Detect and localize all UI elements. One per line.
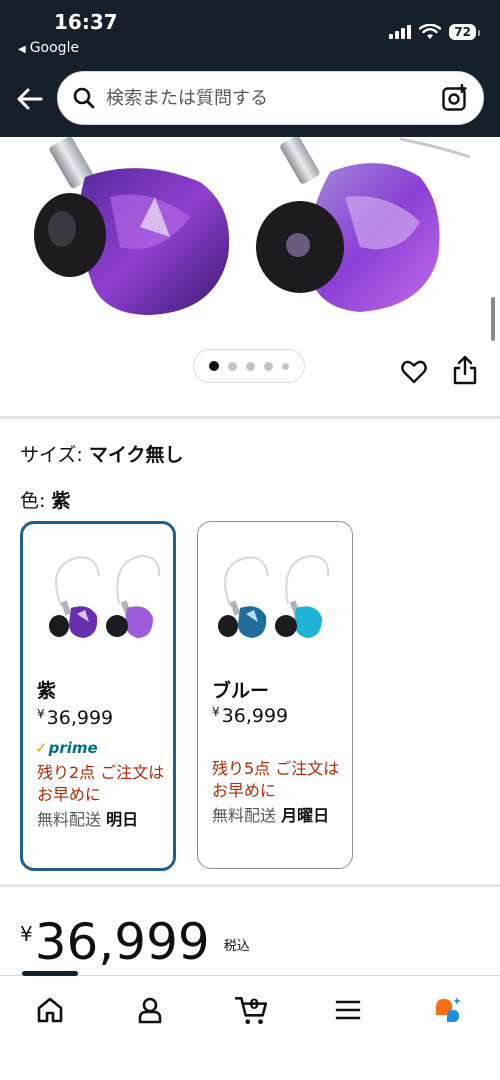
nav-cart[interactable]: 0	[230, 990, 274, 1030]
image-pagination-dots[interactable]	[193, 349, 305, 383]
pagination-dot-4[interactable]	[264, 361, 273, 371]
pagination-dot-1[interactable]	[209, 361, 219, 371]
active-tab-indicator	[22, 971, 78, 976]
option-currency: ¥	[37, 707, 45, 721]
option-price: ¥36,999	[212, 705, 288, 727]
battery-indicator: 72	[449, 24, 480, 40]
top-bar: 16:37 ◀ Google 72	[0, 0, 500, 137]
option-price-value: 36,999	[221, 705, 289, 727]
price-currency: ¥	[20, 922, 33, 946]
cellular-signal-icon	[389, 25, 412, 39]
back-arrow-icon[interactable]	[14, 84, 44, 114]
search-bar[interactable]	[57, 71, 484, 125]
color-label: 色:	[20, 490, 52, 512]
nav-rufus[interactable]	[428, 990, 468, 1030]
color-option-blue[interactable]: ブルー ¥36,999 残り5点 ご注文はお早めに 無料配送 月曜日	[197, 521, 353, 869]
prime-label: prime	[48, 739, 98, 757]
prime-badge: ✓prime	[35, 739, 98, 757]
back-app-label: Google	[29, 40, 80, 56]
color-selection: 色: 紫	[20, 486, 70, 513]
scroll-indicator	[491, 297, 495, 341]
delivery-info: 無料配送 月曜日	[212, 805, 342, 827]
search-icon	[73, 87, 95, 109]
color-value: 紫	[51, 490, 71, 512]
cart-count: 0	[249, 997, 259, 1013]
search-input[interactable]	[106, 82, 426, 114]
cart-icon: 0	[235, 997, 268, 1025]
size-label: サイズ:	[20, 444, 89, 466]
rufus-icon	[436, 997, 461, 1022]
option-price: ¥36,999	[37, 707, 113, 729]
nav-account[interactable]	[130, 990, 170, 1030]
color-option-purple[interactable]: 紫 ¥36,999 ✓prime 残り2点 ご注文はお早めに 無料配送 明日	[20, 521, 176, 871]
price-amount: 36,999	[34, 913, 210, 971]
delivery-label: 無料配送	[212, 806, 282, 825]
option-currency: ¥	[212, 705, 220, 719]
option-name: 紫	[37, 680, 57, 702]
blue-earphones-thumbnail	[218, 554, 330, 638]
option-name: ブルー	[212, 680, 270, 702]
product-image	[34, 137, 471, 315]
camera-search-icon[interactable]	[441, 84, 469, 112]
section-divider	[0, 416, 500, 419]
heart-icon[interactable]	[400, 358, 428, 386]
nav-menu[interactable]	[328, 990, 368, 1030]
bottom-navigation: 0	[0, 971, 500, 1080]
back-triangle-icon: ◀	[18, 44, 26, 55]
tax-note: 税込	[223, 939, 250, 954]
delivery-day: 月曜日	[281, 806, 330, 825]
status-icons: 72	[389, 24, 480, 40]
account-icon	[138, 997, 162, 1024]
home-icon	[37, 997, 63, 1023]
product-price: ¥ 36,999 税込	[20, 912, 250, 972]
stock-warning: 残り2点 ご注文はお早めに	[37, 763, 165, 804]
menu-icon	[335, 1000, 361, 1020]
size-value: マイク無し	[88, 444, 184, 466]
back-to-app-link[interactable]: ◀ Google	[18, 40, 79, 56]
section-divider	[0, 884, 500, 887]
pagination-dot-3[interactable]	[246, 361, 255, 371]
pagination-dot-2[interactable]	[228, 361, 237, 371]
size-selection: サイズ: マイク無し	[20, 440, 184, 467]
option-price-value: 36,999	[46, 707, 114, 729]
wifi-icon	[419, 24, 442, 39]
stock-warning: 残り5点 ご注文はお早めに	[212, 759, 340, 800]
delivery-info: 無料配送 明日	[37, 809, 167, 831]
purple-earphones-thumbnail	[49, 554, 161, 638]
status-time: 16:37	[54, 10, 118, 34]
prime-check-icon: ✓	[35, 739, 48, 757]
delivery-day: 明日	[106, 810, 139, 829]
delivery-label: 無料配送	[37, 810, 107, 829]
nav-home[interactable]	[30, 990, 70, 1030]
pagination-dot-5[interactable]	[282, 362, 289, 370]
share-icon[interactable]	[452, 355, 478, 385]
